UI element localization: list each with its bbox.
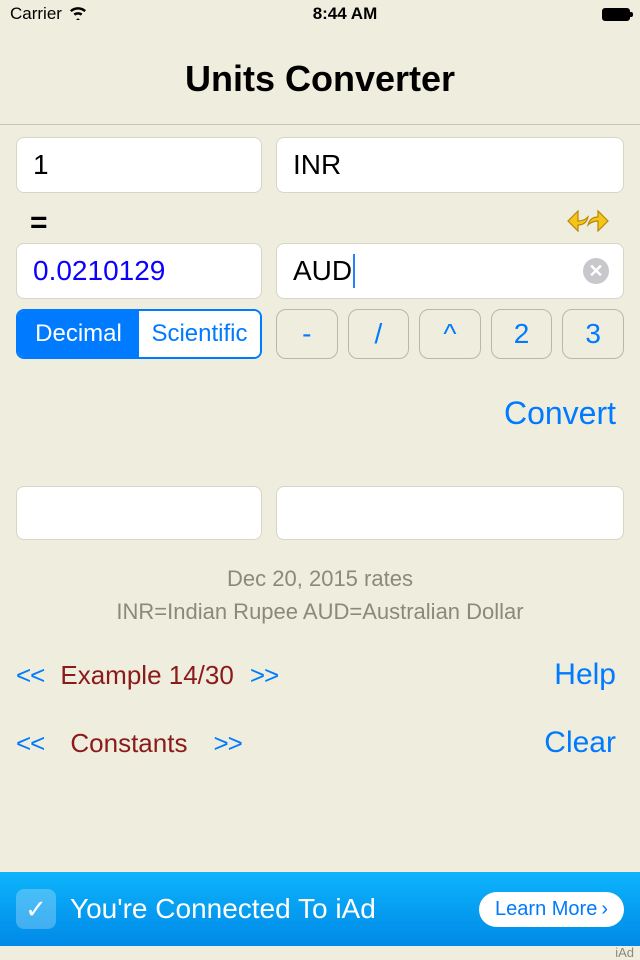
op-2-button[interactable]: 2 xyxy=(491,309,553,359)
constants-label: Constants xyxy=(60,728,197,759)
from-value-input[interactable]: 1 xyxy=(16,137,262,193)
constants-prev-button[interactable]: << xyxy=(16,728,44,759)
check-icon: ✓ xyxy=(16,889,56,929)
constants-nav: << Constants >> Clear xyxy=(16,726,624,760)
to-value-output[interactable]: 0.0210129 xyxy=(16,243,262,299)
learn-more-button[interactable]: Learn More › xyxy=(479,892,624,927)
battery-icon xyxy=(602,8,630,21)
banner-text: You're Connected To iAd xyxy=(70,893,465,925)
carrier-label: Carrier xyxy=(10,4,62,24)
aux-input-right[interactable] xyxy=(276,486,624,540)
examples-nav: << Example 14/30 >> Help xyxy=(16,658,624,692)
from-unit-input[interactable]: INR xyxy=(276,137,624,193)
example-label: Example 14/30 xyxy=(60,660,233,691)
clear-button[interactable]: Clear xyxy=(544,726,624,760)
decimal-tab[interactable]: Decimal xyxy=(18,311,139,357)
text-cursor xyxy=(353,254,355,288)
equals-label: = xyxy=(16,200,58,246)
wifi-icon xyxy=(68,4,88,25)
rates-info: Dec 20, 2015 rates INR=Indian Rupee AUD=… xyxy=(16,562,624,628)
constants-next-button[interactable]: >> xyxy=(213,728,241,759)
op-minus-button[interactable]: - xyxy=(276,309,338,359)
clock: 8:44 AM xyxy=(313,4,378,24)
swap-icon[interactable] xyxy=(556,203,620,244)
scientific-tab[interactable]: Scientific xyxy=(139,311,260,357)
op-divide-button[interactable]: / xyxy=(348,309,410,359)
chevron-right-icon: › xyxy=(601,898,608,921)
status-bar: Carrier 8:44 AM xyxy=(0,0,640,28)
op-power-button[interactable]: ^ xyxy=(419,309,481,359)
ad-banner[interactable]: ✓ You're Connected To iAd Learn More › xyxy=(0,872,640,946)
example-prev-button[interactable]: << xyxy=(16,660,44,691)
page-title: Units Converter xyxy=(0,28,640,125)
aux-input-left[interactable] xyxy=(16,486,262,540)
convert-button[interactable]: Convert xyxy=(504,395,616,431)
help-button[interactable]: Help xyxy=(554,658,624,692)
to-unit-input[interactable]: AUD ✕ xyxy=(276,243,624,299)
clear-field-icon[interactable]: ✕ xyxy=(583,258,609,284)
example-next-button[interactable]: >> xyxy=(250,660,278,691)
format-segmented: Decimal Scientific xyxy=(16,309,262,359)
ad-attribution: iAd xyxy=(615,945,634,960)
op-3-button[interactable]: 3 xyxy=(562,309,624,359)
